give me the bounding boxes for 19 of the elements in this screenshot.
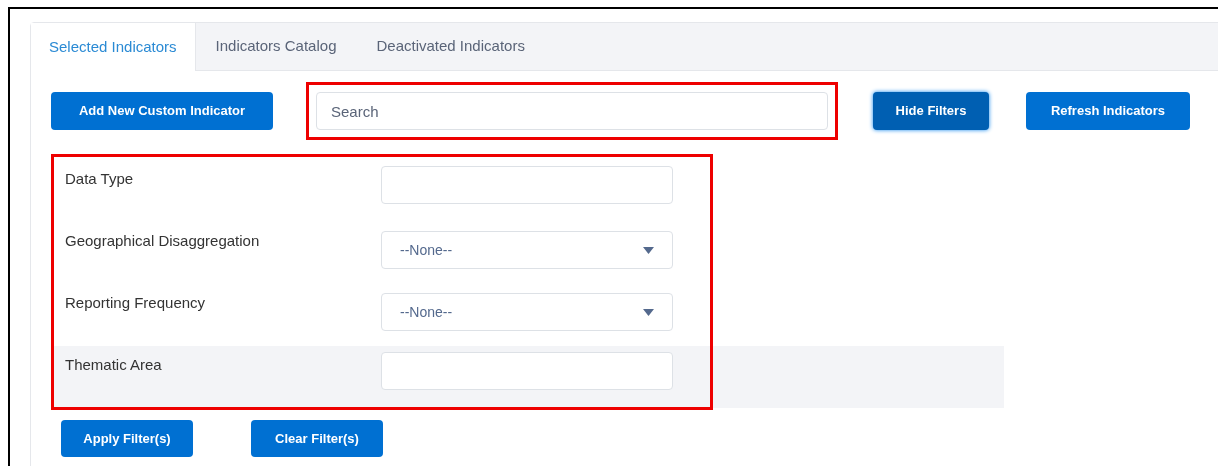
caret-icon [643, 246, 654, 254]
dropdown[interactable]: --None-- [381, 293, 673, 331]
filter-field[interactable] [381, 166, 673, 204]
tab[interactable]: Selected Indicators [31, 23, 196, 71]
search-field[interactable]: Search [316, 92, 828, 130]
tab[interactable]: Indicators Catalog [195, 23, 357, 70]
filter-label: Geographical Disaggregation [65, 231, 261, 251]
hide-filters-button[interactable]: Hide Filters [873, 92, 989, 130]
filter-label: Data Type [65, 169, 135, 189]
filter-button[interactable]: Apply Filter(s) [61, 420, 193, 457]
add-indicator-button[interactable]: Add New Custom Indicator [51, 92, 273, 130]
filter-button[interactable]: Clear Filter(s) [251, 420, 383, 457]
filter-label: Thematic Area [65, 355, 163, 375]
filter-field[interactable] [381, 352, 673, 390]
refresh-button[interactable]: Refresh Indicators [1026, 92, 1190, 130]
filter-label: Reporting Frequency [65, 293, 207, 313]
caret-icon [643, 308, 654, 316]
tab[interactable]: Deactivated Indicators [356, 23, 545, 70]
dropdown[interactable]: --None-- [381, 231, 673, 269]
